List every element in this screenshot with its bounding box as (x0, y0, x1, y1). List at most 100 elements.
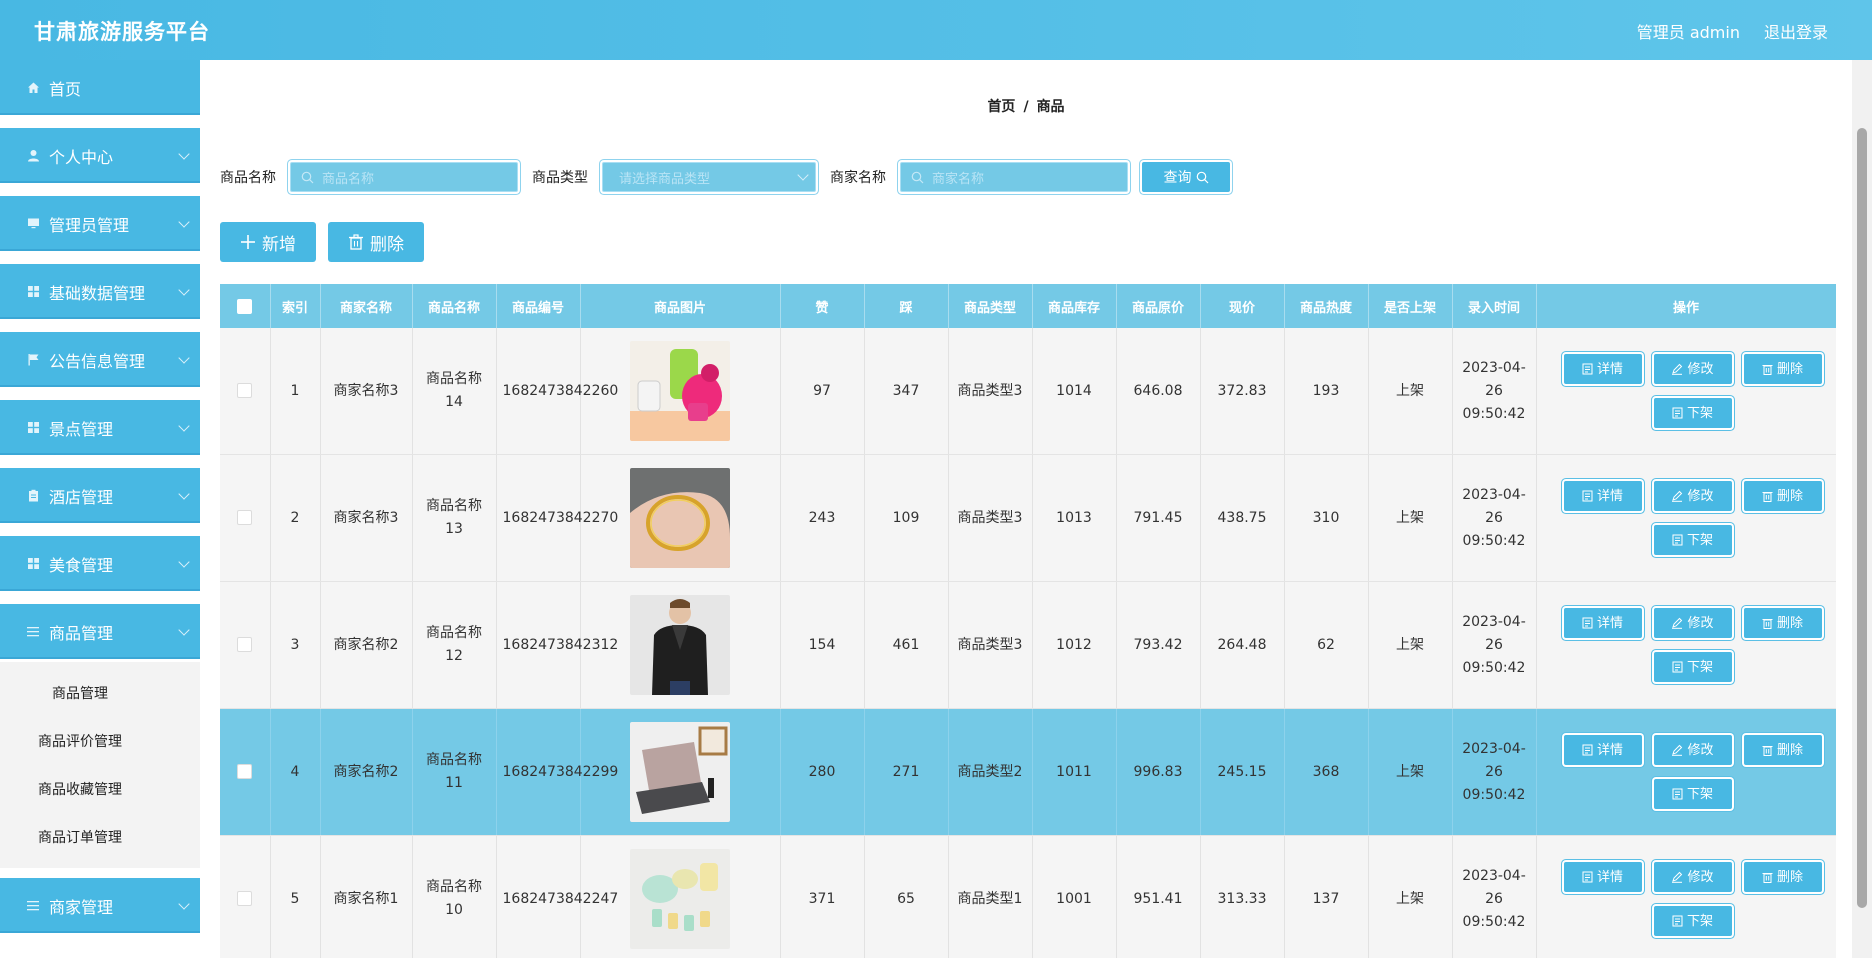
cell-likes: 371 (780, 835, 865, 958)
row-checkbox[interactable] (237, 764, 253, 779)
cell-type: 商品类型2 (948, 708, 1033, 836)
cell-code: 1682473842260 (496, 328, 618, 455)
clipboard-icon (25, 489, 41, 502)
submenu-item[interactable]: 商品订单管理 (0, 814, 200, 862)
delete-button[interactable]: 删除 (1743, 481, 1822, 511)
cell-now: 372.83 (1200, 328, 1285, 455)
operations-cell: 详情 修改 删除 下架 (1536, 835, 1837, 958)
add-button[interactable]: 新增 (220, 222, 316, 262)
delete-button[interactable]: 删除 (1743, 735, 1822, 765)
edit-button[interactable]: 修改 (1653, 354, 1732, 384)
edit-button[interactable]: 修改 (1653, 481, 1732, 511)
product-image[interactable] (630, 595, 730, 695)
cell-name: 商品名称12 (412, 581, 497, 709)
operations-cell: 详情 修改 删除下架 (1536, 328, 1836, 455)
row-checkbox[interactable] (237, 637, 253, 652)
offshelf-button[interactable]: 下架 (1653, 779, 1732, 809)
offshelf-button[interactable]: 下架 (1653, 525, 1732, 555)
product-image[interactable] (630, 849, 730, 949)
cell-index: 3 (270, 581, 321, 709)
edit-icon (1671, 617, 1683, 629)
breadcrumb-current: 商品 (1036, 99, 1065, 115)
chevron-down-icon (178, 420, 190, 432)
offshelf-button[interactable]: 下架 (1653, 398, 1732, 428)
search-form: 商品名称 商品名称 商品类型 请选择商品类型 商家名称 商家名称 查询 (220, 162, 1230, 192)
search-icon (301, 171, 314, 183)
product-image[interactable] (630, 468, 730, 568)
cell-merchant: 商家名称1 (320, 835, 413, 958)
sidebar-item-9[interactable]: 商家管理 (0, 878, 200, 936)
cell-stock: 1014 (1032, 328, 1117, 455)
sidebar-item-8[interactable]: 商品管理 (0, 604, 200, 662)
select-all-checkbox[interactable] (237, 298, 253, 314)
delete-button[interactable]: 删除 (1743, 608, 1822, 638)
edit-button[interactable]: 修改 (1653, 735, 1732, 765)
sidebar-item-1[interactable]: 个人中心 (0, 128, 200, 186)
chevron-down-icon (178, 216, 190, 228)
cell-heat: 368 (1284, 708, 1369, 836)
chevron-down-icon (178, 352, 190, 364)
sidebar-item-label: 公告信息管理 (49, 351, 146, 371)
table-row[interactable]: 1 商家名称3 商品名称14 1682473842260 97 347 商品类型3 1014 6… (220, 328, 1836, 455)
cell-time: 2023-04-26 09:50:42 (1452, 454, 1537, 582)
detail-button[interactable]: 详情 (1563, 481, 1642, 511)
table-row[interactable]: 5 商家名称1 商品名称10 1682473842247 371 65 商品类型1 1001 9… (220, 835, 1837, 958)
sidebar-item-7[interactable]: 美食管理 (0, 536, 200, 594)
breadcrumb-home[interactable]: 首页 (987, 99, 1015, 115)
submenu-item[interactable]: 商品评价管理 (0, 718, 200, 766)
delete-button[interactable]: 删除 (1743, 354, 1822, 384)
cell-index: 5 (270, 835, 321, 958)
sidebar-item-4[interactable]: 公告信息管理 (0, 332, 200, 390)
submenu-item[interactable]: 商品管理 (0, 670, 200, 718)
monitor-icon (25, 217, 41, 230)
page-scrollbar[interactable] (1852, 60, 1872, 958)
table-row[interactable]: 2 商家名称3 商品名称13 1682473842270 243 109 商品类型3 1013… (220, 454, 1836, 582)
cell-likes: 97 (780, 328, 865, 455)
row-actions: 详情 修改 删除 下架 (1543, 862, 1837, 936)
product-image[interactable] (630, 722, 730, 822)
table-row[interactable]: 4 商家名称2 商品名称11 1682473842299 280 271 商品类型2 1011… (220, 708, 1836, 836)
delete-label: 删除 (1776, 361, 1803, 377)
sidebar-item-6[interactable]: 酒店管理 (0, 468, 200, 526)
sidebar-item-5[interactable]: 景点管理 (0, 400, 200, 458)
product-name-input[interactable]: 商品名称 (290, 162, 518, 192)
search-icon (911, 171, 924, 183)
search-icon (1196, 171, 1208, 183)
cell-now: 313.33 (1200, 835, 1285, 958)
table-row[interactable]: 3 商家名称2 商品名称12 1682473842312 154 461 商品类型3 1012… (220, 581, 1836, 709)
sidebar-item-label: 商品管理 (49, 623, 114, 643)
delete-selected-button[interactable]: 删除 (328, 222, 424, 262)
detail-button[interactable]: 详情 (1563, 354, 1642, 384)
edit-button[interactable]: 修改 (1653, 862, 1732, 892)
user-label[interactable]: 管理员 admin (1637, 19, 1740, 43)
product-image[interactable] (630, 341, 730, 441)
cell-orig: 996.83 (1116, 708, 1201, 836)
cell-dislikes: 65 (864, 835, 949, 958)
delete-button[interactable]: 删除 (1743, 862, 1822, 892)
merchant-name-input[interactable]: 商家名称 (900, 162, 1128, 192)
offshelf-button[interactable]: 下架 (1653, 906, 1732, 936)
detail-button[interactable]: 详情 (1563, 735, 1642, 765)
row-checkbox[interactable] (237, 383, 253, 398)
offshelf-button[interactable]: 下架 (1653, 652, 1732, 682)
query-button[interactable]: 查询 (1142, 162, 1230, 192)
submenu-item[interactable]: 商品收藏管理 (0, 766, 200, 814)
sidebar-item-2[interactable]: 管理员管理 (0, 196, 200, 254)
product-type-select[interactable]: 请选择商品类型 (602, 162, 816, 192)
detail-button[interactable]: 详情 (1563, 608, 1642, 638)
cell-merchant: 商家名称2 (320, 708, 413, 836)
row-checkbox[interactable] (237, 891, 253, 906)
user-icon (25, 149, 41, 162)
edit-button[interactable]: 修改 (1653, 608, 1732, 638)
breadcrumb: 首页 / 商品 (200, 96, 1852, 116)
main-content: 首页 / 商品 商品名称 商品名称 商品类型 请选择商品类型 商家名称 商家名称 查… (200, 60, 1852, 958)
logout-button[interactable]: 退出登录 (1764, 19, 1828, 43)
sidebar-item-3[interactable]: 基础数据管理 (0, 264, 200, 322)
scrollbar-thumb[interactable] (1857, 128, 1867, 908)
sidebar-item-0[interactable]: 首页 (0, 60, 200, 118)
document-icon (1582, 617, 1593, 629)
row-checkbox[interactable] (237, 510, 253, 525)
trash-icon (1762, 871, 1773, 883)
detail-button[interactable]: 详情 (1563, 862, 1642, 892)
cell-likes: 280 (780, 708, 865, 836)
